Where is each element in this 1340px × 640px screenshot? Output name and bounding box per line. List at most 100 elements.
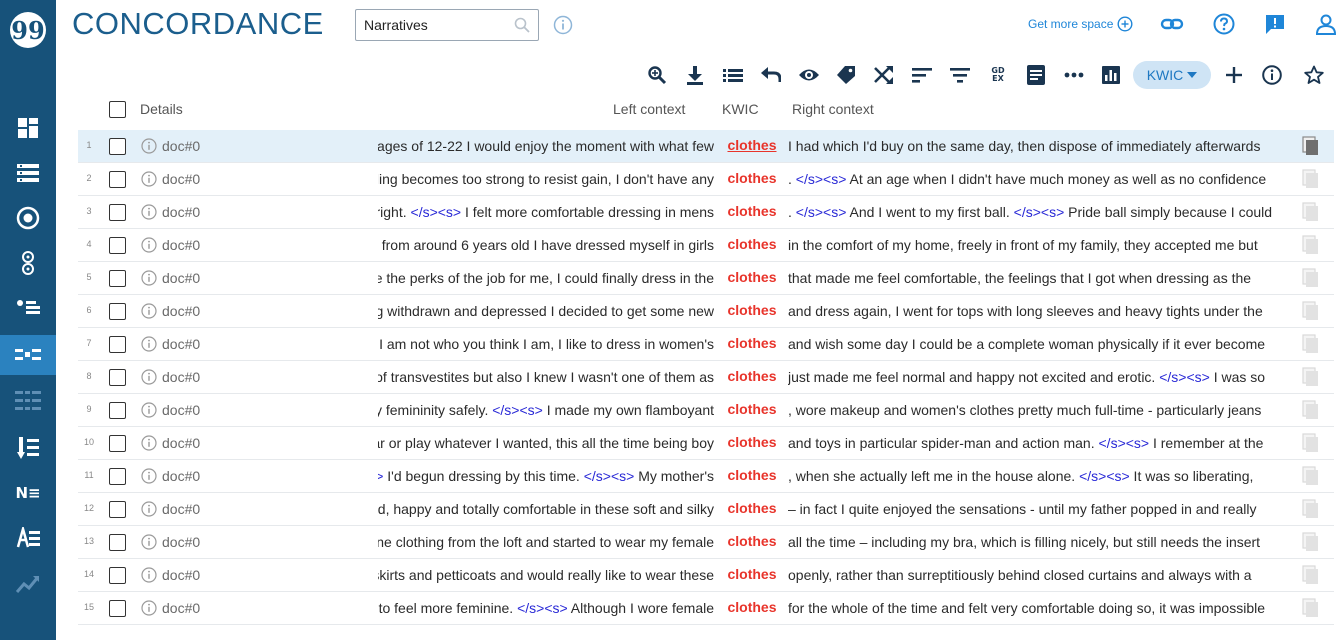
undo-icon[interactable] (759, 63, 783, 87)
row-info-icon[interactable] (141, 204, 157, 223)
right-context[interactable]: and wish some day I could be a complete … (788, 336, 1296, 352)
doc-id[interactable]: doc#0 (162, 336, 200, 352)
copy-icon[interactable] (1302, 598, 1320, 621)
gdex-icon[interactable]: GD EX (986, 63, 1010, 87)
row-info-icon[interactable] (141, 270, 157, 289)
kwic-keyword[interactable]: clothes (723, 401, 781, 417)
search-input[interactable] (356, 10, 506, 40)
table-row[interactable]: 3 doc#0 mething was still not right. </s><… (78, 196, 1334, 229)
row-checkbox[interactable] (109, 567, 126, 584)
kwic-keyword[interactable]: clothes (723, 170, 781, 186)
row-checkbox[interactable] (109, 435, 126, 452)
row-checkbox[interactable] (109, 600, 126, 617)
row-checkbox[interactable] (109, 501, 126, 518)
trends-icon[interactable] (0, 564, 56, 604)
search-icon[interactable] (514, 17, 530, 38)
copy-icon[interactable] (1302, 334, 1320, 357)
link-icon[interactable] (1160, 14, 1184, 39)
kwic-keyword[interactable]: clothes (723, 269, 781, 285)
more-icon[interactable] (1062, 63, 1086, 87)
row-checkbox[interactable] (109, 171, 126, 188)
row-checkbox[interactable] (109, 468, 126, 485)
kwic-keyword[interactable]: clothes (723, 566, 781, 582)
left-context[interactable]: en, inevitably, the feeling becomes too … (378, 171, 714, 187)
left-context[interactable]: ook me between the ages of 12-22 I would… (378, 138, 714, 154)
table-row[interactable]: 13 doc#0 Y, I moved my feminine clothing f… (78, 526, 1334, 559)
zoom-icon[interactable] (645, 63, 669, 87)
row-checkbox[interactable] (109, 369, 126, 386)
left-context[interactable]: Y, I moved my feminine clothing from the… (378, 534, 714, 550)
left-context[interactable]: mething was still not right. </s><s> I f… (378, 204, 714, 220)
table-row[interactable]: 14 doc#0 very comfortable in skirts and pe… (78, 559, 1334, 592)
kwic-keyword[interactable]: clothes (723, 467, 781, 483)
doc-id[interactable]: doc#0 (162, 303, 200, 319)
left-context-header[interactable]: Left context (613, 101, 685, 117)
copy-icon[interactable] (1302, 367, 1320, 390)
left-context[interactable]: space to express my femininity safely. <… (378, 402, 714, 418)
table-row[interactable]: 1 doc#0 ook me between the ages of 12-22 I… (78, 130, 1334, 163)
copy-icon[interactable] (1302, 499, 1320, 522)
row-info-icon[interactable] (141, 567, 157, 586)
table-row[interactable]: 5 doc#0 cial events, they were the perks o… (78, 262, 1334, 295)
table-row[interactable]: 11 doc#0 was different. </s><s> I'd begun … (78, 460, 1334, 493)
row-checkbox[interactable] (109, 336, 126, 353)
row-info-icon[interactable] (141, 336, 157, 355)
right-context[interactable]: and toys in particular spider-man and ac… (788, 435, 1296, 451)
dashboard-icon[interactable] (0, 108, 56, 148)
left-context[interactable]: ple of months of being withdrawn and dep… (378, 303, 714, 319)
help-icon[interactable] (1213, 13, 1235, 40)
kwic-keyword[interactable]: clothes (723, 302, 781, 318)
row-info-icon[interactable] (141, 369, 157, 388)
right-context[interactable]: and dress again, I went for tops with lo… (788, 303, 1296, 319)
right-context[interactable]: , when she actually left me in the house… (788, 468, 1296, 484)
doc-id[interactable]: doc#0 (162, 237, 200, 253)
add-icon[interactable] (1222, 63, 1246, 87)
app-logo[interactable]: 99 (10, 12, 46, 48)
doc-id[interactable]: doc#0 (162, 204, 200, 220)
table-row[interactable]: 15 doc#0 llery on a daily basis to feel mo… (78, 592, 1334, 625)
row-info-icon[interactable] (141, 501, 157, 520)
kwic-keyword[interactable]: clothes (723, 236, 781, 252)
table-row[interactable]: 12 doc#0 third girl, I felt relaxed, happy… (78, 493, 1334, 526)
doc-id[interactable]: doc#0 (162, 534, 200, 550)
right-context[interactable]: all the time – including my bra, which i… (788, 534, 1296, 550)
doc-id[interactable]: doc#0 (162, 600, 200, 616)
row-checkbox[interactable] (109, 303, 126, 320)
right-context[interactable]: . </s><s> And I went to my first ball. <… (788, 204, 1296, 220)
right-context[interactable]: . </s><s> At an age when I didn't have m… (788, 171, 1296, 187)
right-context-header[interactable]: Right context (792, 101, 874, 117)
row-checkbox[interactable] (109, 237, 126, 254)
row-checkbox[interactable] (109, 534, 126, 551)
kwic-keyword[interactable]: clothes (723, 368, 781, 384)
row-checkbox[interactable] (109, 402, 126, 419)
doc-id[interactable]: doc#0 (162, 468, 200, 484)
copy-icon[interactable] (1302, 400, 1320, 423)
eye-icon[interactable] (797, 63, 821, 87)
row-info-icon[interactable] (141, 237, 157, 256)
right-context[interactable]: that made me feel comfortable, the feeli… (788, 270, 1296, 286)
download-icon[interactable] (683, 63, 707, 87)
target-icon[interactable] (0, 198, 56, 238)
right-context[interactable]: , wore makeup and women's clothes pretty… (788, 402, 1296, 418)
left-context[interactable]: cial events, they were the perks of the … (378, 270, 714, 286)
right-context[interactable]: for the whole of the time and felt very … (788, 600, 1296, 616)
copy-icon[interactable] (1302, 202, 1320, 225)
select-all-checkbox[interactable] (109, 101, 126, 118)
kwic-keyword[interactable]: clothes (723, 203, 781, 219)
copy-icon[interactable] (1302, 268, 1320, 291)
copy-icon[interactable] (1302, 565, 1320, 588)
right-context[interactable]: just made me feel normal and happy not e… (788, 369, 1296, 385)
left-context[interactable]: llery on a daily basis to feel more femi… (378, 600, 714, 616)
row-info-icon[interactable] (141, 171, 157, 190)
left-context[interactable]: n other boys my age, from around 6 years… (378, 237, 714, 253)
kwic-header[interactable]: KWIC (722, 101, 759, 117)
row-info-icon[interactable] (141, 435, 157, 454)
left-context[interactable]: ut allowing me to wear or play whatever … (378, 435, 714, 451)
shuffle-icon[interactable] (872, 63, 896, 87)
linked-circles-icon[interactable] (0, 243, 56, 283)
list-icon[interactable] (0, 153, 56, 193)
search-box[interactable] (355, 9, 539, 41)
row-checkbox[interactable] (109, 270, 126, 287)
copy-icon[interactable] (1302, 301, 1320, 324)
row-checkbox[interactable] (109, 204, 126, 221)
